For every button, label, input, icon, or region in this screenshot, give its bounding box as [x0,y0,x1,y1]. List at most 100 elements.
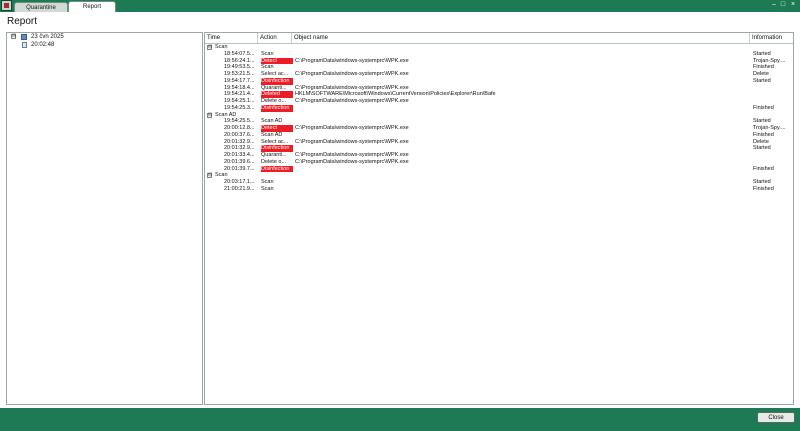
cell-information: Delete [753,71,769,77]
cell-information: Started [753,50,771,57]
column-header-action[interactable]: Action [258,33,292,43]
cell-action: Quaranti... [261,84,287,91]
tree-node-date[interactable]: ⊟ 23 čvn 2025 [7,33,202,41]
table-row[interactable]: 20:01:33.4... Quaranti... C:\ProgramData\w… [205,152,793,159]
table-body: ⊟ Scan 18:54:07.5... Scan Started 18:56:24.1.… [205,44,793,193]
cell-object-name: C:\ProgramData\windows-systemprc\WPK.exe [295,98,409,104]
cell-information: Finished [753,131,774,138]
table-row[interactable]: 19:49:53.5... Scan Finished [205,64,793,71]
report-page: Report ⊟ 23 čvn 2025 20:02:48 Time Actio… [0,12,800,408]
table-row[interactable]: 20:03:17.1... Scan Started [205,179,793,186]
table-row[interactable]: 19:53:21.5... Select ac... C:\ProgramData\… [205,71,793,78]
collapse-icon[interactable]: ⊟ [207,173,212,179]
cell-information: Trojan-Spy.... [753,57,786,64]
collapse-icon[interactable]: ⊟ [207,112,212,118]
cell-object-name: C:\ProgramData\windows-systemprc\WPK.exe [295,152,409,158]
tree-node-time-label: 20:02:48 [31,42,55,48]
cell-information: Delete [753,138,769,145]
cell-action: Scan [261,179,274,185]
tab-report[interactable]: Report [68,1,116,12]
cell-object-name: C:\ProgramData\windows-systemprc\WPK.exe [295,158,409,165]
cell-time: 19:54:17.7... [224,77,255,84]
cell-time: 19:53:21.5... [224,71,255,77]
tree-node-time[interactable]: 20:02:48 [7,41,202,49]
cell-action-alert: Disinfection [261,165,293,173]
cell-information: Finished [753,64,774,71]
cell-action: Scan [261,50,274,57]
cell-time: 20:01:39.6... [224,158,255,165]
cell-information: Started [753,179,771,185]
report-table[interactable]: Time Action Object name Information ⊟ Sca… [204,32,794,405]
cell-object-name: C:\ProgramData\windows-systemprc\WPK.exe [295,84,409,91]
cell-information: Started [753,77,771,84]
table-row[interactable]: 19:54:25.5... Scan AD Started [205,118,793,125]
maximize-icon[interactable]: □ [779,1,787,9]
cell-action-alert: Disinfection [261,145,293,152]
group-label: Scan [215,44,228,50]
collapse-icon[interactable]: ⊟ [207,45,212,50]
cell-time: 20:00:12.8... [224,125,255,131]
report-tree[interactable]: ⊟ 23 čvn 2025 20:02:48 [6,32,203,405]
minimize-icon[interactable]: – [770,1,778,9]
close-icon[interactable]: × [789,1,797,9]
cell-time: 18:54:07.5... [224,50,255,57]
cell-action: Scan [261,64,274,71]
cell-time: 20:03:17.1... [224,179,255,185]
column-header-object-name[interactable]: Object name [292,33,750,43]
cell-time: 19:54:21.4... [224,91,255,98]
tab-quarantine[interactable]: Quarantine [14,2,68,12]
cell-time: 21:00:21.9... [224,185,255,192]
table-row[interactable]: 20:00:37.6... Scan AD Finished [205,132,793,139]
table-row[interactable]: 21:00:21.9... Scan Finished [205,186,793,193]
table-row[interactable]: 20:01:39.7... Disinfection Finished [205,165,793,173]
cell-time: 19:54:25.5... [224,118,255,125]
cell-information: Started [753,145,771,152]
cell-time: 20:01:39.7... [224,165,255,172]
cell-action-alert: Disinfection [261,104,293,112]
cell-action: Quaranti... [261,152,287,158]
cell-action-alert: Detect [261,57,293,65]
cell-time: 19:49:53.5... [224,64,255,71]
cell-action: Scan AD [261,131,283,138]
cell-time: 20:01:33.4... [224,152,255,158]
cell-time: 20:01:32.9... [224,145,255,152]
column-header-information[interactable]: Information [750,33,793,43]
cell-object-name: C:\ProgramData\windows-systemprc\WPK.exe [295,71,409,77]
table-row[interactable]: 19:54:25.3... Disinfection Finished [205,104,793,112]
close-button[interactable]: Close [757,412,795,423]
cell-object-name: C:\ProgramData\windows-systemprc\WPK.exe [295,57,409,64]
table-row[interactable]: 19:54:21.4... Deleted HKLM\SOFTWARE\Micros… [205,91,793,98]
table-header: Time Action Object name Information [205,33,793,44]
cell-information: Finished [753,165,774,172]
report-file-icon [22,42,27,48]
title-bar: Quarantine Report – □ × [0,0,800,12]
table-row[interactable]: 20:01:32.9... Disinfection Started [205,145,793,152]
group-label: Scan [215,172,228,179]
cell-time: 19:54:18.4... [224,84,255,91]
table-row[interactable]: 20:01:32.9... Select ac... C:\ProgramData\… [205,139,793,146]
table-row[interactable]: 20:01:39.6... Delete o... C:\ProgramData\w… [205,159,793,166]
table-group-row[interactable]: ⊟ Scan [205,44,793,51]
column-header-time[interactable]: Time [205,33,258,43]
cell-action: Delete o... [261,158,287,165]
group-label: Scan AD [215,111,237,118]
table-group-row[interactable]: ⊟ Scan [205,172,793,179]
cell-time: 19:54:25.1... [224,98,255,104]
table-row[interactable]: 19:54:18.4... Quaranti... C:\ProgramData\w… [205,85,793,92]
cell-time: 19:54:25.3... [224,104,255,111]
cell-action: Scan [261,185,274,192]
cell-object-name: HKLM\SOFTWARE\Microsoft\Windows\CurrentV… [295,91,496,98]
table-row[interactable]: 19:54:25.1... Delete o... C:\ProgramData\w… [205,98,793,105]
table-row[interactable]: 18:56:24.1... Detect C:\ProgramData\window… [205,57,793,65]
table-row[interactable]: 18:54:07.5... Scan Started [205,51,793,58]
table-row[interactable]: 20:00:12.8... Detect C:\ProgramData\window… [205,125,793,132]
page-title: Report [7,16,38,27]
cell-information: Trojan-Spy.... [753,125,786,131]
cell-action: Scan AD [261,118,283,125]
cell-action-alert: Detect [261,125,293,132]
collapse-icon[interactable]: ⊟ [11,34,16,39]
table-row[interactable]: 19:54:17.7... Disinfection Started [205,77,793,85]
cell-object-name: C:\ProgramData\windows-systemprc\WPK.exe [295,125,409,131]
cell-time: 20:00:37.6... [224,131,255,138]
table-group-row[interactable]: ⊟ Scan AD [205,112,793,119]
